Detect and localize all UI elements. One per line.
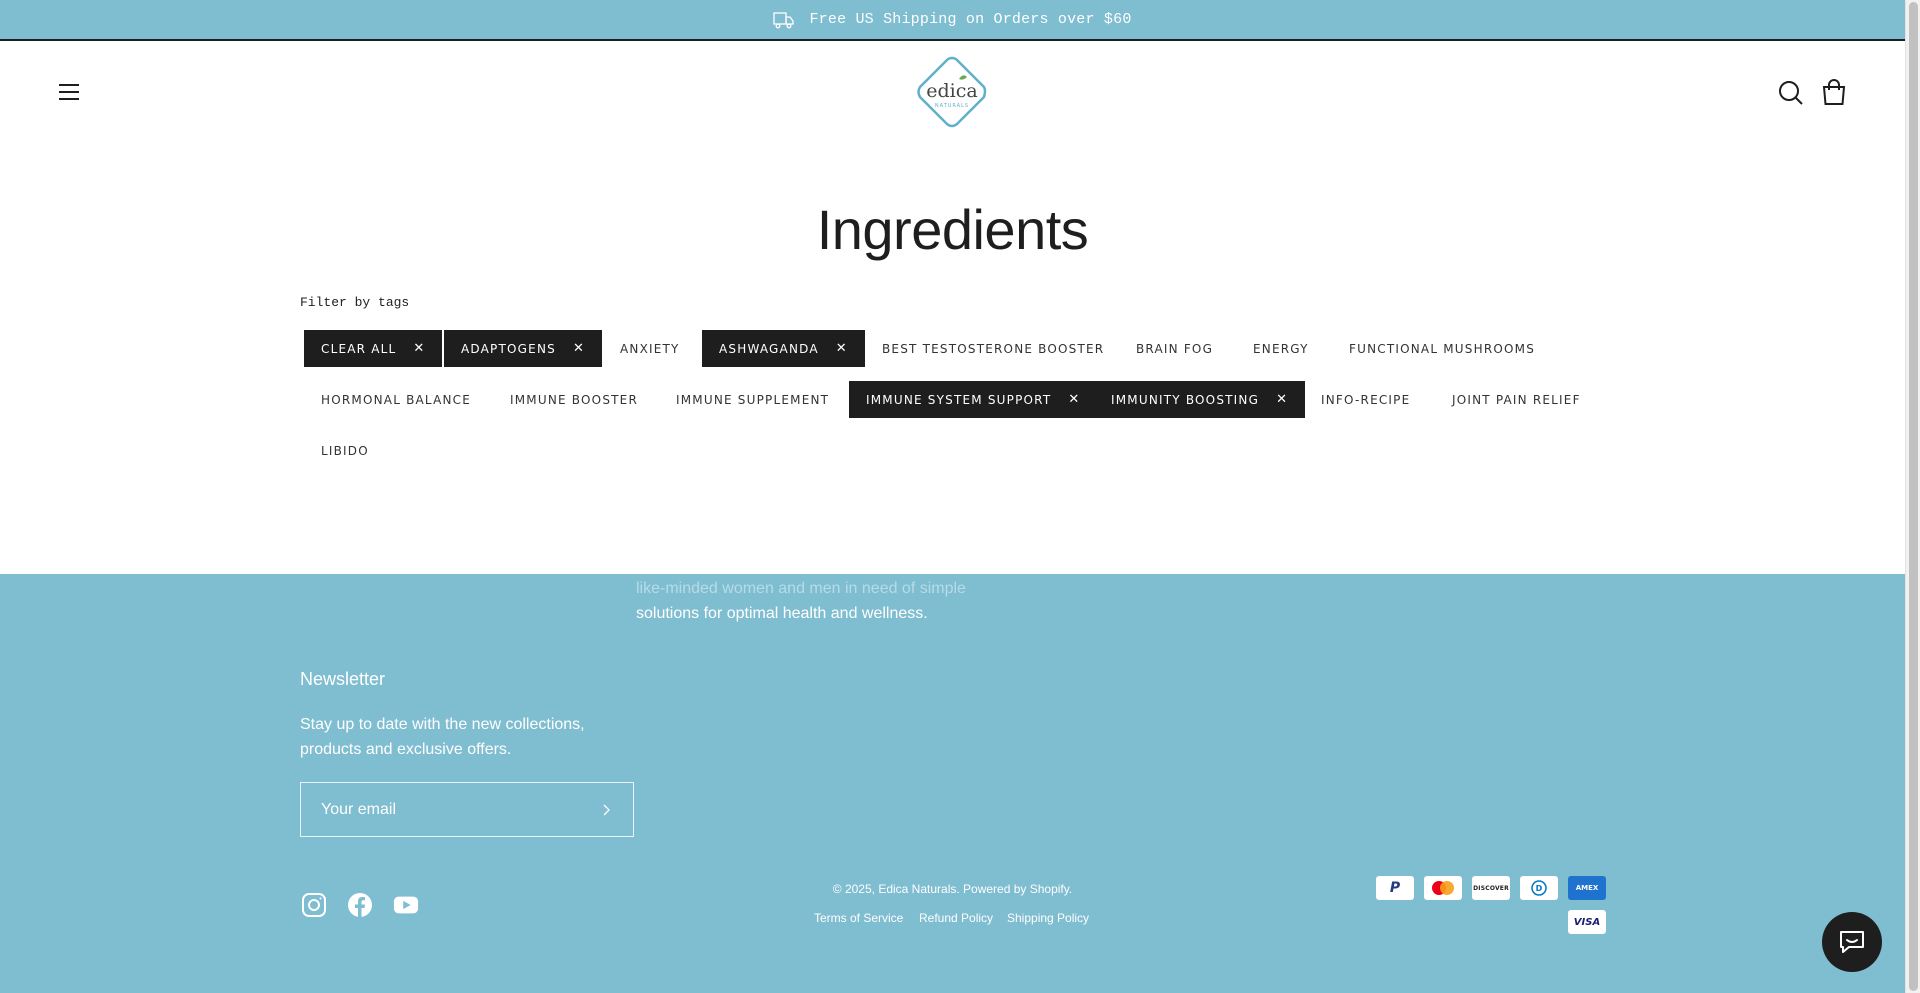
tag-anxiety[interactable]: ANXIETY xyxy=(603,330,697,367)
close-icon: ✕ xyxy=(1276,392,1289,407)
tag-best-testosterone-booster[interactable]: BEST TESTOSTERONE BOOSTER xyxy=(865,330,1121,367)
close-icon: ✕ xyxy=(572,341,586,356)
mastercard-icon xyxy=(1424,876,1462,900)
tag-immunity-boosting[interactable]: IMMUNITY BOOSTING ✕ xyxy=(1094,381,1306,418)
tag-label: HORMONAL BALANCE xyxy=(321,392,472,407)
menu-icon xyxy=(59,84,79,100)
chevron-right-icon xyxy=(603,804,610,815)
chat-button[interactable] xyxy=(1822,912,1882,972)
logo-subtitle: NATURALS xyxy=(935,103,969,109)
tag-immune-supplement[interactable]: IMMUNE SUPPLEMENT xyxy=(659,381,846,418)
refund-link[interactable]: Refund Policy xyxy=(919,911,993,925)
close-icon: ✕ xyxy=(1068,392,1081,407)
tag-info-recipe[interactable]: INFO-RECIPE xyxy=(1304,381,1427,418)
paypal-icon: P xyxy=(1376,876,1414,900)
tag-label: INFO-RECIPE xyxy=(1321,392,1411,407)
about-text-faded: like-minded women and men in need of sim… xyxy=(636,580,966,597)
tag-label: ANXIETY xyxy=(620,341,680,356)
search-button[interactable] xyxy=(1778,80,1804,106)
edica-logo[interactable]: edica NATURALS xyxy=(915,55,989,129)
tag-label: ASHWAGANDA xyxy=(719,341,819,356)
tag-label: JOINT PAIN RELIEF xyxy=(1452,392,1581,407)
discover-icon: DISCOVER xyxy=(1472,876,1510,900)
tag-immune-booster[interactable]: IMMUNE BOOSTER xyxy=(493,381,655,418)
about-text: solutions for optimal health and wellnes… xyxy=(636,605,928,622)
tag-label: BEST TESTOSTERONE BOOSTER xyxy=(882,341,1105,356)
tag-libido[interactable]: LIBIDO xyxy=(304,432,386,469)
tag-joint-pain-relief[interactable]: JOINT PAIN RELIEF xyxy=(1435,381,1598,418)
page-scrollbar[interactable] xyxy=(1905,0,1920,993)
filter-label: Filter by tags xyxy=(300,295,410,310)
page-title: Ingredients xyxy=(816,198,1089,261)
newsletter-form xyxy=(300,782,634,837)
tag-label: IMMUNE SUPPLEMENT xyxy=(676,392,830,407)
close-icon: ✕ xyxy=(835,341,848,356)
tag-label: ENERGY xyxy=(1253,341,1309,356)
tag-label: BRAIN FOG xyxy=(1136,341,1214,356)
tag-label: CLEAR ALL xyxy=(321,341,397,356)
terms-link[interactable]: Terms of Service xyxy=(814,911,903,925)
tag-energy[interactable]: ENERGY xyxy=(1236,330,1326,367)
newsletter-text: Stay up to date with the new collections… xyxy=(300,716,585,758)
tag-label: IMMUNE SYSTEM SUPPORT xyxy=(866,392,1052,407)
tag-clear-all[interactable]: CLEAR ALL ✕ xyxy=(304,330,443,367)
announcement-bar: Free US Shipping on Orders over $60 xyxy=(0,0,1905,41)
shipping-truck-icon xyxy=(773,11,795,29)
search-icon xyxy=(1779,81,1803,105)
tag-label: LIBIDO xyxy=(321,443,369,458)
logo-wordmark: edica xyxy=(926,80,977,102)
close-icon: ✕ xyxy=(413,341,426,356)
tag-immune-system-support[interactable]: IMMUNE SYSTEM SUPPORT ✕ xyxy=(849,381,1098,418)
cart-button[interactable] xyxy=(1821,78,1847,106)
newsletter-title: Newsletter xyxy=(300,669,386,689)
tag-functional-mushrooms[interactable]: FUNCTIONAL MUSHROOMS xyxy=(1332,330,1552,367)
tag-label: IMMUNE BOOSTER xyxy=(510,392,638,407)
site-header: edica NATURALS xyxy=(0,41,1905,143)
scrollbar-thumb[interactable] xyxy=(1909,2,1918,991)
cart-icon xyxy=(1822,79,1846,105)
shipping-link[interactable]: Shipping Policy xyxy=(1007,911,1089,925)
chat-icon xyxy=(1840,931,1864,953)
tag-brain-fog[interactable]: BRAIN FOG xyxy=(1119,330,1230,367)
tag-label: IMMUNITY BOOSTING xyxy=(1111,392,1260,407)
copyright-text: © 2025, Edica Naturals. Powered by Shopi… xyxy=(832,882,1073,896)
tag-ashwaganda[interactable]: ASHWAGANDA ✕ xyxy=(702,330,865,367)
tag-hormonal-balance[interactable]: HORMONAL BALANCE xyxy=(304,381,488,418)
amex-icon: AMEX xyxy=(1568,876,1606,900)
tag-label: ADAPTOGENS xyxy=(461,341,556,356)
diners-club-icon: D xyxy=(1520,876,1558,900)
menu-button[interactable] xyxy=(56,81,82,103)
site-footer: like-minded women and men in need of sim… xyxy=(0,574,1905,993)
announcement-text: Free US Shipping on Orders over $60 xyxy=(809,11,1132,28)
newsletter-submit-button[interactable] xyxy=(599,803,613,817)
tag-adaptogens[interactable]: ADAPTOGENS ✕ xyxy=(444,330,603,367)
visa-icon: VISA xyxy=(1568,910,1606,934)
tag-label: FUNCTIONAL MUSHROOMS xyxy=(1349,341,1536,356)
email-field[interactable] xyxy=(321,800,599,819)
